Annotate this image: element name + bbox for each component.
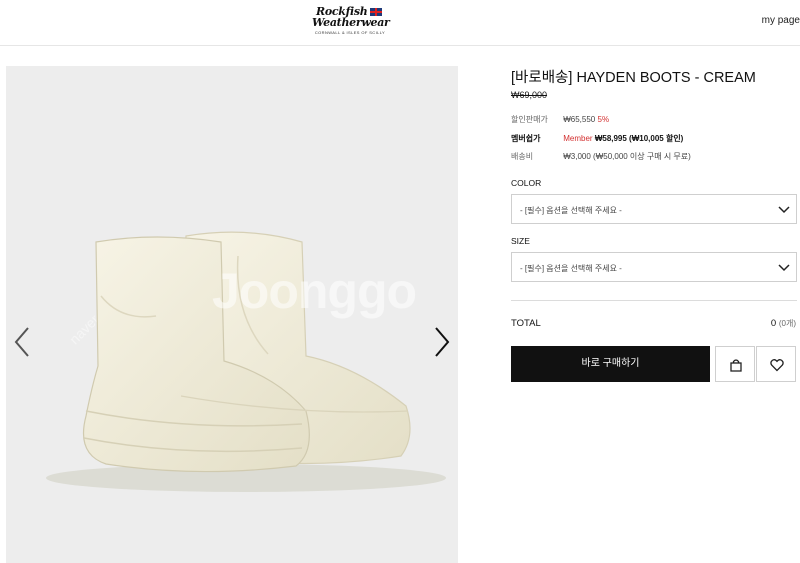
member-price-label: 멤버쉽가 bbox=[511, 134, 541, 143]
my-page-link[interactable]: my page bbox=[762, 15, 800, 26]
color-option-label: COLOR bbox=[511, 178, 542, 188]
uk-flag-icon bbox=[369, 8, 382, 16]
next-image-chevron-right-icon[interactable] bbox=[432, 326, 452, 358]
shopping-bag-icon bbox=[730, 359, 742, 372]
sale-price: ₩65,550 bbox=[563, 115, 596, 124]
prev-image-chevron-left-icon[interactable] bbox=[12, 326, 32, 358]
divider bbox=[511, 300, 797, 301]
color-select[interactable]: - [필수] 옵션을 선택해 주세요 - bbox=[511, 194, 797, 224]
chevron-down-icon bbox=[778, 206, 790, 214]
add-to-cart-button[interactable] bbox=[715, 346, 755, 382]
logo-line-2: Weatherwear bbox=[312, 16, 390, 29]
watermark-text: Joonggo bbox=[212, 263, 417, 319]
sale-price-row: 할인판매가 ₩65,550 5% bbox=[511, 114, 609, 125]
product-title: [바로배송] HAYDEN BOOTS - CREAM bbox=[511, 70, 756, 86]
size-select-placeholder: - [필수] 옵션을 선택해 주세요 - bbox=[520, 264, 622, 273]
total-label: TOTAL bbox=[511, 318, 541, 329]
chevron-down-icon bbox=[778, 264, 790, 272]
heart-icon bbox=[770, 359, 784, 372]
brand-logo[interactable]: Rockfish Weatherwear CORNWALL & ISLES OF… bbox=[312, 6, 390, 38]
shipping-value: ₩3,000 (₩50,000 이상 구매 시 무료) bbox=[563, 152, 691, 161]
original-price: ₩69,000 bbox=[511, 90, 548, 100]
total-amount: 0 bbox=[770, 318, 777, 329]
site-header: Rockfish Weatherwear CORNWALL & ISLES OF… bbox=[0, 0, 800, 46]
member-prefix: Member bbox=[563, 134, 593, 143]
sale-price-label: 할인판매가 bbox=[511, 115, 548, 124]
shipping-label: 배송비 bbox=[511, 152, 534, 161]
member-price-row: 멤버쉽가 Member ₩58,995 (₩10,005 할인) bbox=[511, 133, 683, 144]
member-price: ₩58,995 (₩10,005 할인) bbox=[594, 134, 684, 143]
color-select-placeholder: - [필수] 옵션을 선택해 주세요 - bbox=[520, 206, 622, 215]
shipping-row: 배송비 ₩3,000 (₩50,000 이상 구매 시 무료) bbox=[511, 151, 691, 162]
total-value: 0 (0개) bbox=[771, 318, 796, 329]
sale-rate: 5% bbox=[597, 115, 610, 124]
size-select[interactable]: - [필수] 옵션을 선택해 주세요 - bbox=[511, 252, 797, 282]
wishlist-button[interactable] bbox=[756, 346, 796, 382]
logo-tagline: CORNWALL & ISLES OF SCILLY bbox=[314, 30, 386, 35]
buy-now-button[interactable]: 바로 구매하기 bbox=[511, 346, 710, 382]
total-count: (0개) bbox=[778, 319, 796, 328]
size-option-label: SIZE bbox=[511, 236, 530, 246]
product-image-gallery: naver.com/joonggonara naver.com/joonggon… bbox=[6, 66, 458, 563]
